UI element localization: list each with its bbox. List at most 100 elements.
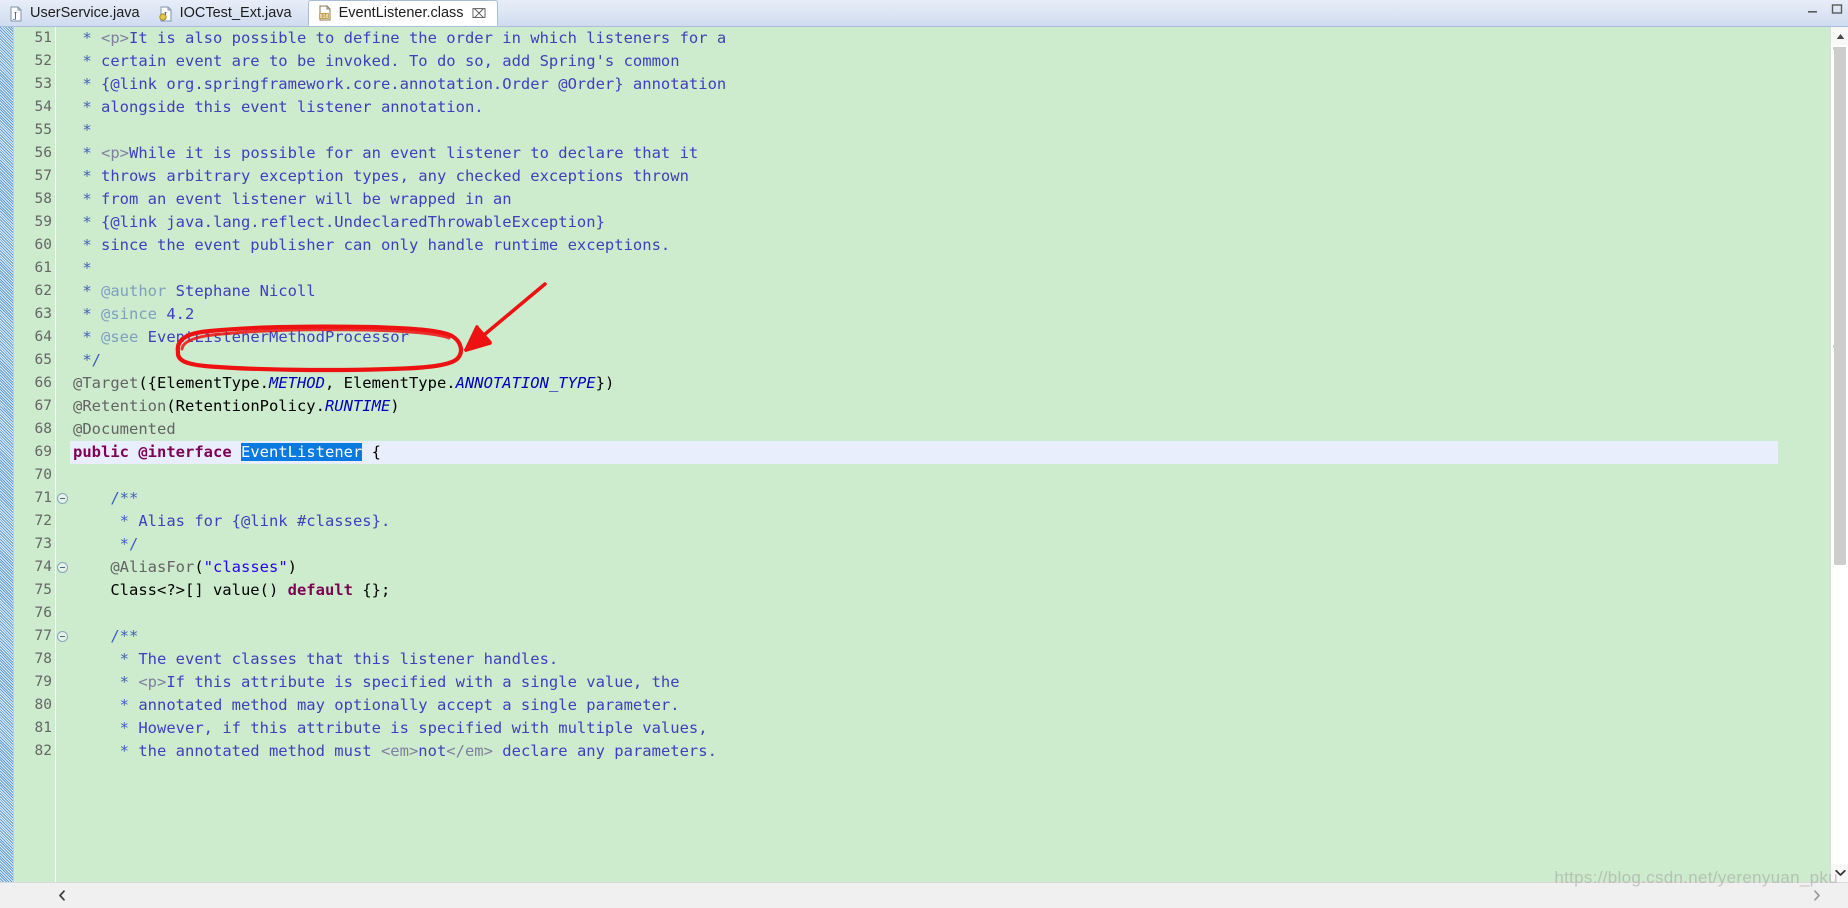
code-token: EventListenerMethodProcessor [147,328,409,346]
code-line[interactable]: Class<?>[] value() default {}; [70,579,1778,602]
code-token: * [73,742,139,760]
code-line[interactable]: * <p>If this attribute is specified with… [70,671,1778,694]
code-line[interactable]: * throws arbitrary exception types, any … [70,165,1778,188]
code-token: * [73,52,101,70]
code-line[interactable]: * <p>While it is possible for an event l… [70,142,1778,165]
line-number: 75 [34,582,52,598]
code-token: @since [101,305,167,323]
code-line[interactable]: * {@link org.springframework.core.annota… [70,73,1778,96]
code-token: * [73,259,92,277]
annotation-ruler-bar[interactable] [0,27,14,882]
line-number: 73 [34,536,52,552]
tab-close-icon[interactable]: ⌧ [472,7,487,20]
code-line[interactable]: * alongside this event listener annotati… [70,96,1778,119]
code-token: * [73,29,101,47]
code-line[interactable]: * @author Stephane Nicoll [70,280,1778,303]
java-file-icon: J [158,6,174,22]
scroll-up-button[interactable] [1831,27,1848,45]
vertical-scrollbar[interactable] [1830,27,1848,882]
code-token: 4.2 [166,305,195,323]
line-number: 79 [34,674,52,690]
code-line[interactable]: /** [70,487,1778,510]
code-line[interactable]: * <p>It is also possible to define the o… [70,27,1778,50]
line-number: 63 [34,306,52,322]
code-token: ( [194,558,204,576]
editor-tab-3[interactable]: 010 EventListener.class ⌧ [307,0,498,26]
code-line[interactable] [70,602,1778,625]
code-line[interactable]: * [70,257,1778,280]
code-token: <em> [380,742,419,760]
maximize-icon[interactable] [1830,2,1844,16]
code-line[interactable]: */ [70,533,1778,556]
code-token: ) [287,558,298,576]
code-token: (RetentionPolicy. [166,397,325,415]
code-text-area[interactable]: * <p>It is also possible to define the o… [70,27,1778,882]
line-number: 62 [34,283,52,299]
line-number: 78 [34,651,52,667]
code-token: If this attribute is specified with a si… [166,673,680,691]
code-line[interactable]: * [70,119,1778,142]
code-line[interactable]: * {@link java.lang.reflect.UndeclaredThr… [70,211,1778,234]
line-number: 74 [34,559,52,575]
code-token: * [73,190,101,208]
code-token: The event classes that this listener han… [138,650,559,668]
code-line[interactable]: @Retention(RetentionPolicy.RUNTIME) [70,395,1778,418]
fold-toggle-icon[interactable] [57,493,68,504]
code-line[interactable]: @Documented [70,418,1778,441]
code-line[interactable]: @Target({ElementType.METHOD, ElementType… [70,372,1778,395]
code-token: * [73,328,101,346]
code-line[interactable]: @AliasFor("classes") [70,556,1778,579]
code-token: {}; [352,581,391,599]
line-number: 67 [34,398,52,414]
code-token: * [73,75,101,93]
code-token: * [73,650,139,668]
code-line[interactable]: * Alias for {@link #classes}. [70,510,1778,533]
code-token: EventListener [241,443,363,461]
code-token: "classes" [203,558,288,576]
code-token: </em> [446,742,493,760]
line-number: 55 [34,122,52,138]
code-token: /** [73,627,139,645]
code-token: * [73,213,101,231]
line-number: 61 [34,260,52,276]
fold-toggle-icon[interactable] [57,631,68,642]
code-folding-column[interactable] [56,27,70,882]
watermark-text: https://blog.csdn.net/yerenyuan_pku [1554,868,1838,887]
line-number: 76 [34,605,52,621]
code-line[interactable]: * the annotated method must <em>not</em>… [70,740,1778,763]
code-line[interactable]: public @interface EventListener { [70,441,1778,464]
window-controls [1806,2,1844,16]
scroll-left-button[interactable] [53,886,71,904]
code-token: @interface [138,443,232,461]
code-token: */ [73,535,139,553]
code-line[interactable]: * The event classes that this listener h… [70,648,1778,671]
code-editor[interactable]: 51 52 53 54 55 56 57 58 59 60 61 62 63 64 65 66 67 68 69 70… [0,27,1848,882]
code-token: @author [101,282,176,300]
line-number-gutter: 51 52 53 54 55 56 57 58 59 60 61 62 63 64 65 66 67 68 69 70… [15,27,56,882]
editor-tab-2[interactable]: J IOCTest_Ext.java [150,0,302,26]
code-line[interactable]: /** [70,625,1778,648]
vertical-scroll-thumb[interactable] [1834,47,1846,565]
code-line[interactable]: * since the event publisher can only han… [70,234,1778,257]
code-line[interactable]: * However, if this attribute is specifie… [70,717,1778,740]
code-token: * [73,673,139,691]
code-line[interactable]: * from an event listener will be wrapped… [70,188,1778,211]
code-line[interactable]: * certain event are to be invoked. To do… [70,50,1778,73]
code-line[interactable]: */ [70,349,1778,372]
code-token: <p> [138,673,167,691]
code-token: * [73,719,139,737]
code-token: RUNTIME [324,397,391,415]
minimize-icon[interactable] [1806,2,1820,16]
editor-tab-1[interactable]: J UserService.java [0,0,150,26]
code-token: , ElementType. [324,374,456,392]
code-token: * [73,98,101,116]
fold-toggle-icon[interactable] [57,562,68,573]
code-line[interactable]: * @see EventListenerMethodProcessor [70,326,1778,349]
code-line[interactable]: * @since 4.2 [70,303,1778,326]
code-token: from an event listener will be wrapped i… [101,190,512,208]
scroll-right-button[interactable] [1808,886,1826,904]
code-token: throws arbitrary exception types, any ch… [101,167,689,185]
code-line[interactable] [70,464,1778,487]
code-line[interactable]: * annotated method may optionally accept… [70,694,1778,717]
